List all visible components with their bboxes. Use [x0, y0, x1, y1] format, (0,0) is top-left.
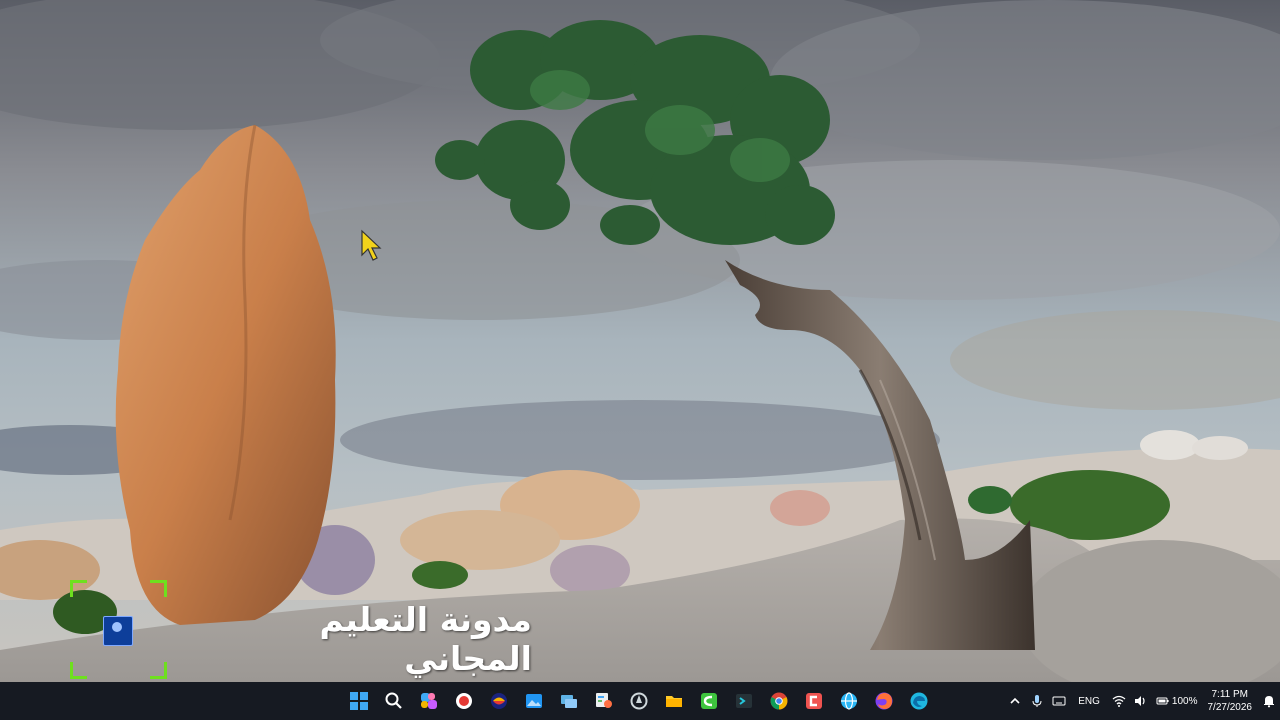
app-red-button[interactable]: [799, 686, 829, 716]
battery-button[interactable]: 100%: [1152, 686, 1202, 716]
watermark-corner: [70, 580, 87, 597]
blog-watermark: مدونة التعليم المجاني: [70, 580, 540, 680]
camtasia-icon: [701, 693, 717, 709]
globe-icon: [841, 692, 857, 710]
start-icon: [350, 692, 368, 710]
photos-icon: [526, 694, 542, 708]
app-circle-icon: [630, 692, 648, 710]
watermark-text: مدونة التعليم المجاني: [319, 600, 532, 678]
file-explorer-icon: [666, 696, 682, 707]
screen-recorder-button[interactable]: [449, 686, 479, 716]
start-button[interactable]: [344, 686, 374, 716]
volume-button[interactable]: [1130, 686, 1152, 716]
watermark-corner: [150, 662, 167, 679]
battery-percent: 100%: [1171, 695, 1198, 707]
app-red-icon: [806, 693, 822, 709]
app-circle-button[interactable]: [624, 686, 654, 716]
edge-icon: [910, 692, 928, 710]
chevron-up-icon: [1010, 697, 1020, 704]
speaker-icon: [1134, 696, 1145, 706]
notification-bell-icon: [1264, 696, 1274, 708]
clock-time: 7:11 PM: [1211, 689, 1249, 700]
paint-icon: [596, 693, 612, 708]
copilot-icon: [421, 693, 437, 709]
task-view-button[interactable]: [554, 686, 584, 716]
system-tray: ENG 100% 7:11 PM 7/27/2026: [1004, 682, 1280, 720]
globe-button[interactable]: [834, 686, 864, 716]
search-button[interactable]: [379, 686, 409, 716]
photos-button[interactable]: [519, 686, 549, 716]
edge-button[interactable]: [904, 686, 934, 716]
screen-recorder-icon: [456, 693, 472, 709]
terminal-icon: [736, 694, 752, 708]
app-icon: [491, 693, 507, 709]
taskbar: ENG 100% 7:11 PM 7/27/2026: [0, 682, 1280, 720]
wifi-icon: [1112, 695, 1126, 707]
blog-logo-icon: [103, 616, 133, 646]
language-indicator[interactable]: ENG: [1070, 686, 1108, 716]
watermark-corner: [70, 662, 87, 679]
copilot-button[interactable]: [414, 686, 444, 716]
mouse-cursor-icon: [361, 229, 382, 261]
camtasia-button[interactable]: [694, 686, 724, 716]
chrome-icon: [770, 692, 788, 710]
firefox-icon: [875, 692, 893, 710]
clock[interactable]: 7:11 PM 7/27/2026: [1202, 686, 1259, 716]
battery-icon: [1156, 697, 1169, 705]
microphone-icon: [1032, 695, 1042, 707]
terminal-button[interactable]: [729, 686, 759, 716]
search-icon: [385, 692, 402, 709]
notifications-button[interactable]: [1258, 686, 1280, 716]
watermark-corner: [150, 580, 167, 597]
file-explorer-button[interactable]: [659, 686, 689, 716]
network-button[interactable]: [1108, 686, 1130, 716]
keyboard-button[interactable]: [1048, 686, 1070, 716]
clock-date: 7/27/2026: [1207, 702, 1253, 713]
paint-button[interactable]: [589, 686, 619, 716]
chrome-button[interactable]: [764, 686, 794, 716]
keyboard-icon: [1052, 696, 1066, 706]
app-button[interactable]: [484, 686, 514, 716]
show-hidden-icons-button[interactable]: [1004, 686, 1026, 716]
taskbar-pinned-apps: [344, 686, 934, 716]
task-view-icon: [561, 695, 577, 708]
firefox-button[interactable]: [869, 686, 899, 716]
microphone-button[interactable]: [1026, 686, 1048, 716]
